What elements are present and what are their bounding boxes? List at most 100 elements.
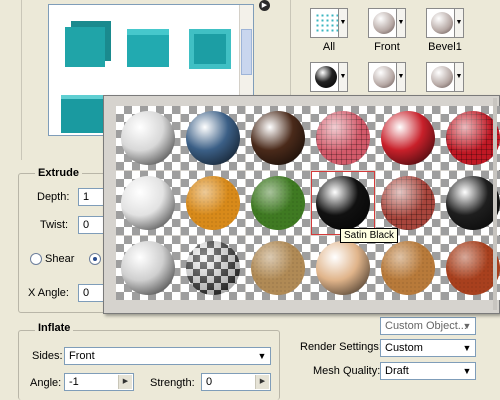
sphere-icon <box>251 241 305 295</box>
material-tile-blue-matte[interactable] <box>181 106 245 170</box>
popup-scrollbar[interactable] <box>493 98 497 310</box>
mini-tile-bevel1[interactable]: ▼ <box>426 8 464 38</box>
mesh-quality-value: Draft <box>385 365 409 377</box>
material-tile-red-mesh[interactable] <box>311 106 375 170</box>
view-select[interactable]: Custom Object... ▼ <box>380 317 476 335</box>
material-tile-red-brick-dots[interactable] <box>376 106 440 170</box>
sphere-icon <box>431 12 453 34</box>
scroll-thumb[interactable] <box>241 29 252 75</box>
sphere-icon <box>446 176 500 230</box>
sphere-icon <box>446 241 500 295</box>
chevron-down-icon[interactable]: ▼ <box>454 8 464 38</box>
mini-tile-front[interactable]: ▼ <box>368 8 406 38</box>
preset-cube-3[interactable] <box>179 19 241 81</box>
materials-popup[interactable] <box>103 95 500 314</box>
sphere-icon <box>431 66 453 88</box>
extrude-title: Extrude <box>35 167 82 179</box>
sphere-icon <box>186 241 240 295</box>
sphere-icon <box>121 241 175 295</box>
cube-icon <box>189 29 231 69</box>
mini-tile-all[interactable]: ▼ <box>310 8 348 38</box>
preset-cube-1[interactable] <box>55 19 117 81</box>
material-tile-black-leather[interactable] <box>441 171 500 235</box>
material-tile-white-marble[interactable] <box>116 236 180 300</box>
material-tile-satin-black[interactable] <box>311 171 375 235</box>
chevron-down-icon: ▼ <box>462 366 472 376</box>
sphere-icon <box>316 241 370 295</box>
sphere-icon <box>186 176 240 230</box>
render-settings-select[interactable]: Custom ▼ <box>380 339 476 357</box>
cube-icon <box>61 95 105 133</box>
mini-label-all: All <box>322 41 336 53</box>
mini-tile-material[interactable]: ▼ <box>310 62 348 92</box>
x-angle-label: X Angle: <box>28 287 69 299</box>
sides-value: Front <box>69 350 95 362</box>
material-tile-brick[interactable] <box>376 171 440 235</box>
material-tile-red-grid[interactable] <box>441 106 500 170</box>
strength-label: Strength: <box>150 377 195 389</box>
sphere-icon <box>315 66 337 88</box>
chevron-down-icon: ▼ <box>462 321 472 331</box>
shear-radio[interactable] <box>30 253 42 265</box>
chevron-down-icon[interactable]: ▼ <box>338 62 348 92</box>
sphere-icon <box>251 176 305 230</box>
chevron-down-icon[interactable]: ▼ <box>396 8 406 38</box>
shear-label: Shear <box>45 253 75 265</box>
chevron-down-icon[interactable]: ▼ <box>454 62 464 92</box>
material-tile-rust[interactable] <box>441 236 500 300</box>
chevron-down-icon: ▼ <box>462 343 472 353</box>
render-settings-value: Custom <box>385 342 423 354</box>
material-tile-dark-wood[interactable] <box>246 106 310 170</box>
inflate-title: Inflate <box>35 322 74 334</box>
mini-label-bevel1: Bevel1 <box>428 41 462 53</box>
panel-menu-arrow[interactable]: ▶ <box>259 0 270 11</box>
depth-label: Depth: <box>37 191 70 203</box>
sphere-icon <box>186 111 240 165</box>
sides-select[interactable]: Front ▼ <box>64 347 271 365</box>
chevron-down-icon[interactable]: ▼ <box>396 62 406 92</box>
preset-cube-2[interactable] <box>117 19 179 81</box>
material-tile-green-grass[interactable] <box>246 171 310 235</box>
sphere-icon <box>373 66 395 88</box>
material-tile-orange-stucco[interactable] <box>181 171 245 235</box>
angle-value: -1 <box>69 376 79 388</box>
angle-label: Angle: <box>30 377 62 389</box>
sphere-icon <box>381 111 435 165</box>
sphere-icon <box>121 176 175 230</box>
material-tile-checker[interactable] <box>181 236 245 300</box>
left-edge-panel <box>0 0 22 160</box>
chevron-down-icon: ▼ <box>257 351 267 361</box>
sphere-icon <box>121 111 175 165</box>
dotted-icon <box>315 13 339 33</box>
sphere-icon <box>316 111 370 165</box>
material-tile-skin[interactable] <box>311 236 375 300</box>
mini-tile-front-2[interactable]: ▼ <box>368 62 406 92</box>
twist-label: Twist: <box>40 219 69 231</box>
strength-value: 0 <box>206 376 213 388</box>
angle-field[interactable]: -1 ▶ <box>64 373 134 391</box>
sphere-icon <box>251 111 305 165</box>
material-tile-sand-rock[interactable] <box>246 236 310 300</box>
stepper-icon[interactable]: ▶ <box>118 375 132 389</box>
sphere-icon <box>316 176 370 230</box>
material-tile-white-satin[interactable] <box>116 171 180 235</box>
stepper-icon[interactable]: ▶ <box>255 375 269 389</box>
cube-icon <box>127 29 169 67</box>
sphere-icon <box>381 176 435 230</box>
material-tile-white-plaster[interactable] <box>116 106 180 170</box>
mini-tile-bevel-2[interactable]: ▼ <box>426 62 464 92</box>
mesh-quality-select[interactable]: Draft ▼ <box>380 362 476 380</box>
chevron-down-icon[interactable]: ▼ <box>338 8 348 38</box>
sphere-icon <box>446 111 500 165</box>
view-value: Custom Object... <box>385 320 467 332</box>
mesh-quality-label: Mesh Quality: <box>313 365 381 377</box>
sphere-icon <box>373 12 395 34</box>
sphere-icon <box>381 241 435 295</box>
bend-radio[interactable] <box>89 253 101 265</box>
material-tooltip: Satin Black <box>340 228 399 243</box>
mini-label-front: Front <box>374 41 400 53</box>
material-tile-cork[interactable] <box>376 236 440 300</box>
sides-label: Sides: <box>32 350 63 362</box>
strength-field[interactable]: 0 ▶ <box>201 373 271 391</box>
cube-icon <box>65 27 105 67</box>
